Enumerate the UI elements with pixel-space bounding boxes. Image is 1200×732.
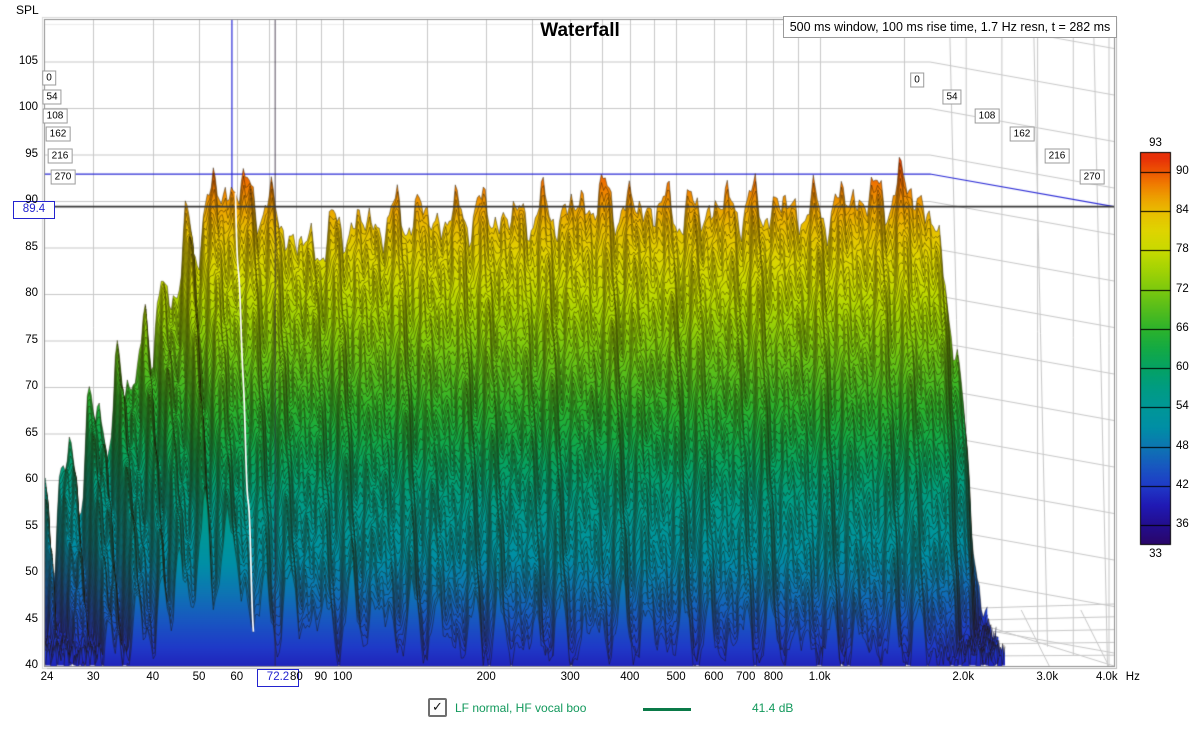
colorbar-tick-label: 90 — [1176, 165, 1189, 177]
time-slice-label-right: 216 — [1045, 149, 1070, 164]
time-slice-label-right: 270 — [1080, 170, 1105, 185]
y-tick-label: 45 — [0, 613, 38, 625]
y-tick-label: 50 — [0, 566, 38, 578]
colorbar-max-label: 93 — [1140, 137, 1171, 149]
x-tick-label: 2.0k — [952, 671, 974, 683]
y-tick-label: 85 — [0, 241, 38, 253]
colorbar-tick-label: 60 — [1176, 361, 1189, 373]
colorbar-min-label: 33 — [1140, 548, 1171, 560]
colorbar-tick-label: 42 — [1176, 479, 1189, 491]
y-tick-label: 80 — [0, 287, 38, 299]
y-tick-label: 75 — [0, 334, 38, 346]
x-tick-label: 30 — [87, 671, 100, 683]
y-tick-label: 55 — [0, 520, 38, 532]
x-tick-label: 60 — [230, 671, 243, 683]
hz-unit-label: Hz — [1126, 671, 1140, 683]
y-tick-label: 100 — [0, 101, 38, 113]
x-tick-label: 400 — [620, 671, 639, 683]
waterfall-window: SPL Waterfall 500 ms window, 100 ms rise… — [0, 0, 1200, 732]
colorbar-tick-label: 66 — [1176, 322, 1189, 334]
x-tick-label: 700 — [736, 671, 755, 683]
legend-measurement-label: LF normal, HF vocal boo — [455, 701, 586, 715]
x-tick-label: 24 — [41, 671, 54, 683]
x-tick-label: 300 — [561, 671, 580, 683]
colorbar-tick-label: 54 — [1176, 400, 1189, 412]
time-slice-label-left: 54 — [42, 90, 61, 105]
x-tick-label: 40 — [146, 671, 159, 683]
waterfall-canvas[interactable] — [0, 0, 1200, 732]
colorbar-tick-label: 84 — [1176, 204, 1189, 216]
chart-title: Waterfall — [460, 20, 700, 42]
x-tick-label: 800 — [764, 671, 783, 683]
time-slice-label-left: 108 — [43, 109, 68, 124]
x-tick-label: 3.0k — [1036, 671, 1058, 683]
x-tick-label: 1.0k — [809, 671, 831, 683]
x-tick-label: 200 — [477, 671, 496, 683]
y-tick-label: 65 — [0, 427, 38, 439]
colorbar-tick-label: 78 — [1176, 243, 1189, 255]
legend-line-swatch — [643, 708, 691, 711]
colorbar-tick-label: 48 — [1176, 440, 1189, 452]
time-slice-label-right: 54 — [942, 90, 961, 105]
y-tick-label: 95 — [0, 148, 38, 160]
x-tick-label: 90 — [314, 671, 327, 683]
time-slice-label-left: 216 — [48, 149, 73, 164]
y-tick-label: 60 — [0, 473, 38, 485]
time-slice-label-left: 270 — [51, 170, 76, 185]
x-tick-label: 4.0k — [1096, 671, 1118, 683]
y-tick-label: 40 — [0, 659, 38, 671]
x-tick-label: 50 — [193, 671, 206, 683]
legend-level-value: 41.4 dB — [752, 701, 793, 715]
x-tick-label: 500 — [666, 671, 685, 683]
legend-checkbox[interactable]: ✓ — [428, 698, 447, 717]
colorbar-tick-label: 72 — [1176, 283, 1189, 295]
x-tick-label: 600 — [704, 671, 723, 683]
time-slice-label-left: 162 — [46, 127, 71, 142]
time-slice-label-left: 0 — [42, 71, 56, 86]
window-info-box: 500 ms window, 100 ms rise time, 1.7 Hz … — [783, 16, 1117, 38]
x-tick-label: 80 — [290, 671, 303, 683]
y-tick-label: 70 — [0, 380, 38, 392]
time-slice-label-right: 162 — [1010, 127, 1035, 142]
y-tick-label: 105 — [0, 55, 38, 67]
time-slice-label-right: 0 — [910, 73, 924, 88]
spl-axis-label: SPL — [16, 3, 39, 17]
colorbar-tick-label: 36 — [1176, 518, 1189, 530]
time-slice-label-right: 108 — [975, 109, 1000, 124]
x-tick-label: 100 — [333, 671, 352, 683]
y-tick-label: 90 — [0, 194, 38, 206]
